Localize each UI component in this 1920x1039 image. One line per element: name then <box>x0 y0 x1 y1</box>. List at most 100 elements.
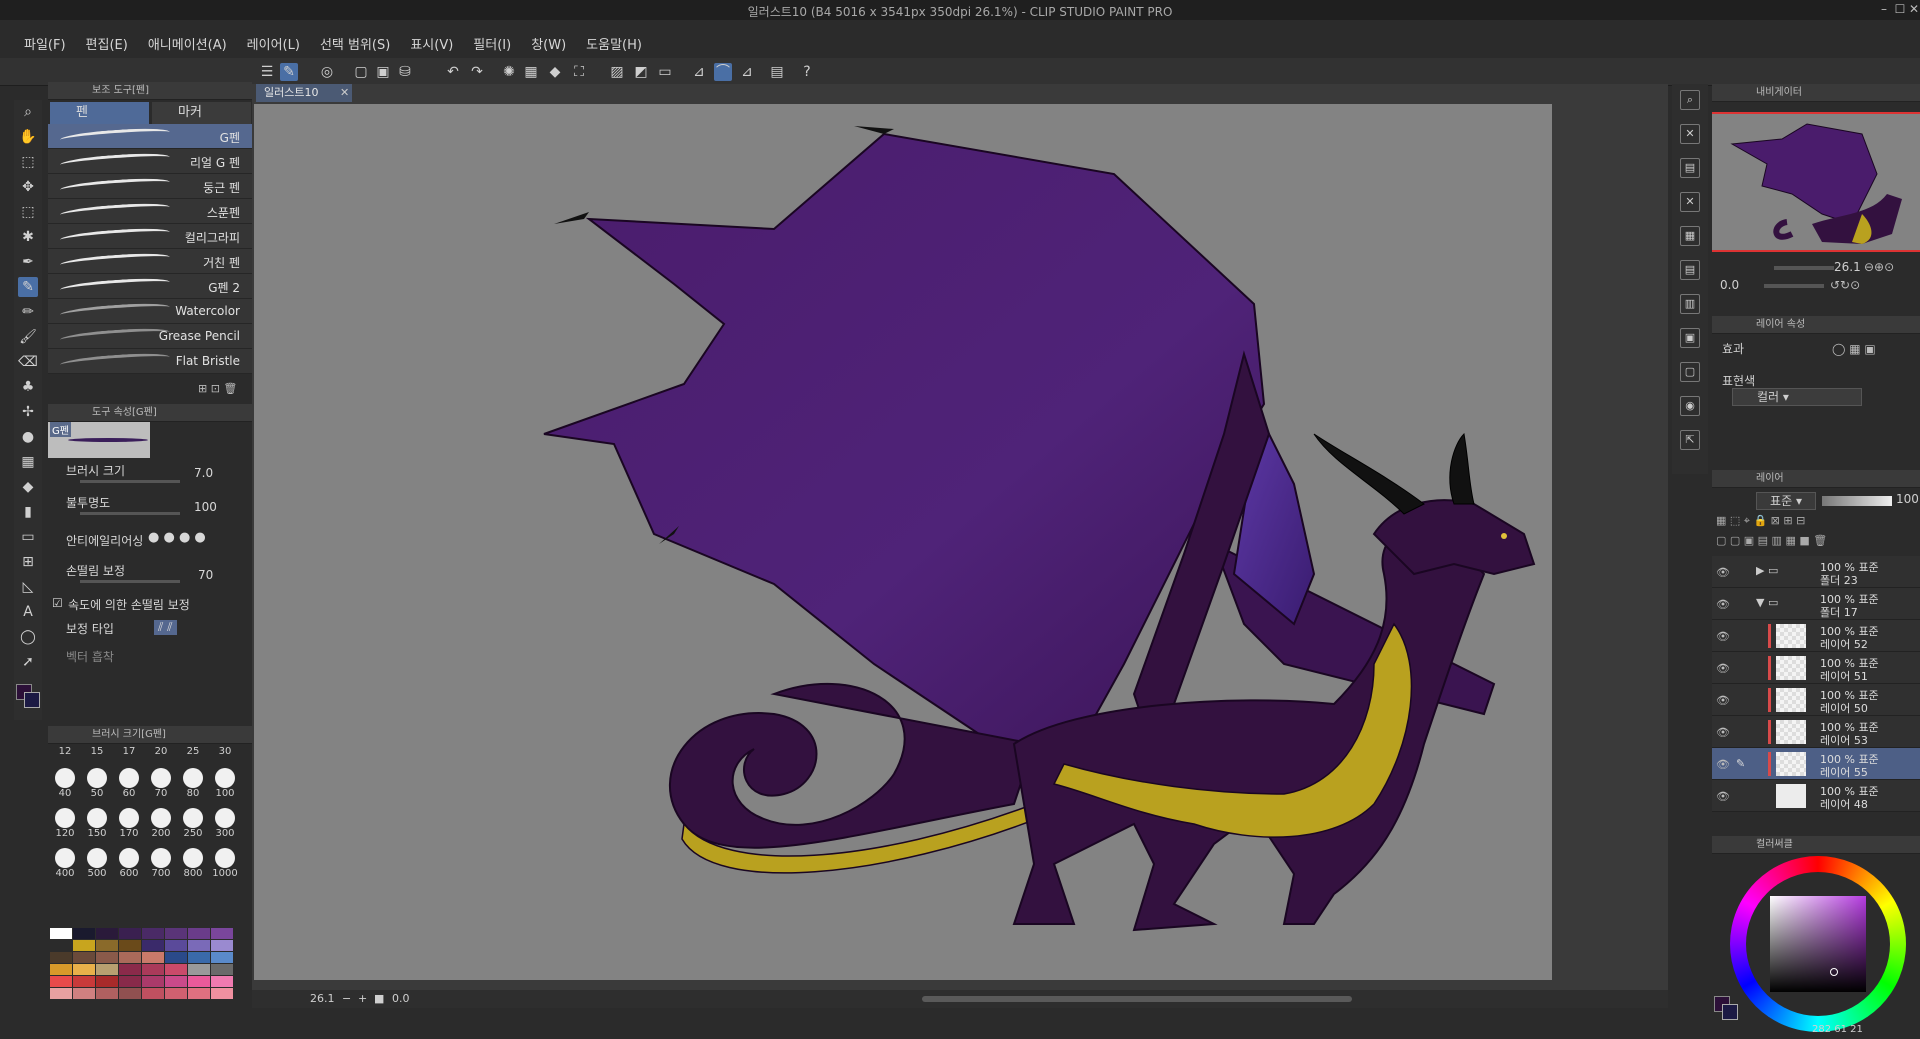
brush-size-preset[interactable]: 50 <box>82 768 112 799</box>
menu-icon[interactable]: ☰ <box>258 63 276 81</box>
navigator-rotation-value[interactable]: 0.0 <box>1720 278 1739 292</box>
brush-size-preset[interactable]: 1000 <box>210 848 240 879</box>
brush-size-preset[interactable]: 800 <box>178 848 208 879</box>
color-swatch[interactable] <box>188 964 210 975</box>
deselect-icon[interactable]: ▭ <box>656 63 674 81</box>
brush-size-preset[interactable]: 17 <box>114 746 144 757</box>
color-swatch[interactable] <box>119 964 141 975</box>
close-icon[interactable]: ✕ <box>1906 2 1920 18</box>
color-swatch[interactable] <box>50 952 72 963</box>
sub-color-swatch[interactable] <box>1722 1004 1738 1020</box>
tab-pen[interactable]: 펜 <box>50 102 149 124</box>
brush-size-preset[interactable]: 100 <box>210 768 240 799</box>
tab-marker[interactable]: 마커 <box>152 102 251 124</box>
eye-icon[interactable]: 👁 <box>1716 790 1730 803</box>
color-swatch[interactable] <box>188 928 210 939</box>
camera-icon[interactable]: ◉ <box>1680 396 1700 416</box>
correction-type-select[interactable]: ⫽ ⫽ <box>154 620 177 635</box>
save-icon[interactable]: ⛁ <box>396 63 414 81</box>
color-swatch[interactable] <box>119 928 141 939</box>
color-swatch[interactable] <box>73 964 95 975</box>
layer-row[interactable]: 👁 ▶ ▭ 100 % 표준 폴더 23 <box>1712 556 1920 588</box>
close-tab-icon[interactable]: ✕ <box>340 86 349 99</box>
panel-icon[interactable]: ▣ <box>1680 328 1700 348</box>
blend-icon[interactable]: ● <box>18 427 38 447</box>
antialias-options[interactable]: ● ● ● ● <box>148 530 206 545</box>
brush-size-preset[interactable]: 60 <box>114 768 144 799</box>
document-tab[interactable]: 일러스트10 ✕ <box>256 84 352 102</box>
balloon-icon[interactable]: ◯ <box>18 627 38 647</box>
layer-row[interactable]: 👁 ▼ ▭ 100 % 표준 폴더 17 <box>1712 588 1920 620</box>
brush-item[interactable]: Watercolor <box>48 299 252 324</box>
menu-help[interactable]: 도움말(H) <box>576 34 652 53</box>
color-swatch[interactable] <box>96 928 118 939</box>
color-swatch[interactable] <box>50 940 72 951</box>
layer-row[interactable]: 👁 ✎ 100 % 표준 레이어 55 <box>1712 748 1920 780</box>
brush-item[interactable]: Grease Pencil <box>48 324 252 349</box>
brush-item[interactable]: 컬리그라피 <box>48 224 252 249</box>
canvas[interactable] <box>254 104 1552 980</box>
layer-opacity-slider[interactable] <box>1822 496 1892 506</box>
operation-icon[interactable]: ⬚ <box>18 152 38 172</box>
figure-icon[interactable]: ▦ <box>18 452 38 472</box>
color-swatch[interactable] <box>73 940 95 951</box>
color-swatch[interactable] <box>142 976 164 987</box>
color-swatch[interactable] <box>142 952 164 963</box>
navigator-zoom-slider[interactable] <box>1774 266 1834 270</box>
brush-item[interactable]: 리얼 G 펜 <box>48 149 252 174</box>
color-swatch[interactable] <box>73 976 95 987</box>
layer-tool-icons[interactable]: ▦ ⬚ ⌖ 🔒 ⊠ ⊞ ⊟ <box>1716 514 1916 528</box>
pen-icon[interactable]: ✎ <box>18 277 38 297</box>
menu-selection[interactable]: 선택 범위(S) <box>310 34 400 53</box>
layer-row[interactable]: 👁 100 % 표준 레이어 52 <box>1712 620 1920 652</box>
color-swatch[interactable] <box>119 940 141 951</box>
special-ruler-icon[interactable]: ⊿ <box>738 63 756 81</box>
layer-opacity-value[interactable]: 100 <box>1896 492 1919 506</box>
color-swatch[interactable] <box>188 976 210 987</box>
loading-icon[interactable]: ✺ <box>500 63 518 81</box>
brush-size-preset[interactable]: 80 <box>178 768 208 799</box>
clear-icon[interactable]: ▨ <box>608 63 626 81</box>
color-swatch[interactable] <box>96 976 118 987</box>
zoom-in-icon[interactable]: + <box>358 992 367 1005</box>
color-swatch[interactable] <box>73 988 95 999</box>
gradient-icon[interactable]: ▮ <box>18 502 38 522</box>
color-swatch[interactable] <box>96 988 118 999</box>
menu-edit[interactable]: 편집(E) <box>76 34 138 53</box>
brush-item[interactable]: 둥근 펜 <box>48 174 252 199</box>
opacity-slider[interactable] <box>80 512 180 515</box>
layer-row[interactable]: 👁 100 % 표준 레이어 48 <box>1712 780 1920 812</box>
brush-size-preset[interactable]: 70 <box>146 768 176 799</box>
close-icon[interactable]: ✕ <box>1680 124 1700 144</box>
color-swatch[interactable] <box>211 988 233 999</box>
rotate-controls-icon[interactable]: ↺↻⊙ <box>1830 278 1860 292</box>
color-swatch[interactable] <box>50 928 72 939</box>
panel-icon[interactable]: ▤ <box>1680 158 1700 178</box>
brush-size-preset[interactable]: 40 <box>50 768 80 799</box>
menu-view[interactable]: 표시(V) <box>400 34 463 53</box>
color-swatch[interactable] <box>142 940 164 951</box>
grid-icon[interactable]: ▦ <box>1680 226 1700 246</box>
color-swatch[interactable] <box>211 964 233 975</box>
undo-icon[interactable]: ↶ <box>444 63 462 81</box>
navigator-rotation-slider[interactable] <box>1764 284 1824 288</box>
menu-file[interactable]: 파일(F) <box>14 34 76 53</box>
brush-size-preset[interactable]: 150 <box>82 808 112 839</box>
fit-icon[interactable]: ■ <box>374 992 384 1005</box>
airbrush-icon[interactable]: ✢ <box>18 402 38 422</box>
eye-icon[interactable]: 👁 <box>1716 566 1730 579</box>
search-icon[interactable]: ⌕ <box>1680 90 1700 110</box>
brush-size-value[interactable]: 7.0 <box>194 466 213 480</box>
eye-icon[interactable]: 👁 <box>1716 630 1730 643</box>
layer-row[interactable]: 👁 100 % 표준 레이어 51 <box>1712 652 1920 684</box>
open-file-icon[interactable]: ▣ <box>374 63 392 81</box>
stabilization-value[interactable]: 70 <box>198 568 213 582</box>
brush-size-preset[interactable]: 30 <box>210 746 240 757</box>
color-swatch[interactable] <box>73 928 95 939</box>
fill-selection-icon[interactable]: ◩ <box>632 63 650 81</box>
zoom-icon[interactable]: ⌕ <box>18 102 38 122</box>
eraser-icon[interactable]: ⌫ <box>18 352 38 372</box>
color-picker-marker[interactable] <box>1830 968 1838 976</box>
menu-window[interactable]: 창(W) <box>521 34 576 53</box>
brush-size-preset[interactable]: 200 <box>146 808 176 839</box>
